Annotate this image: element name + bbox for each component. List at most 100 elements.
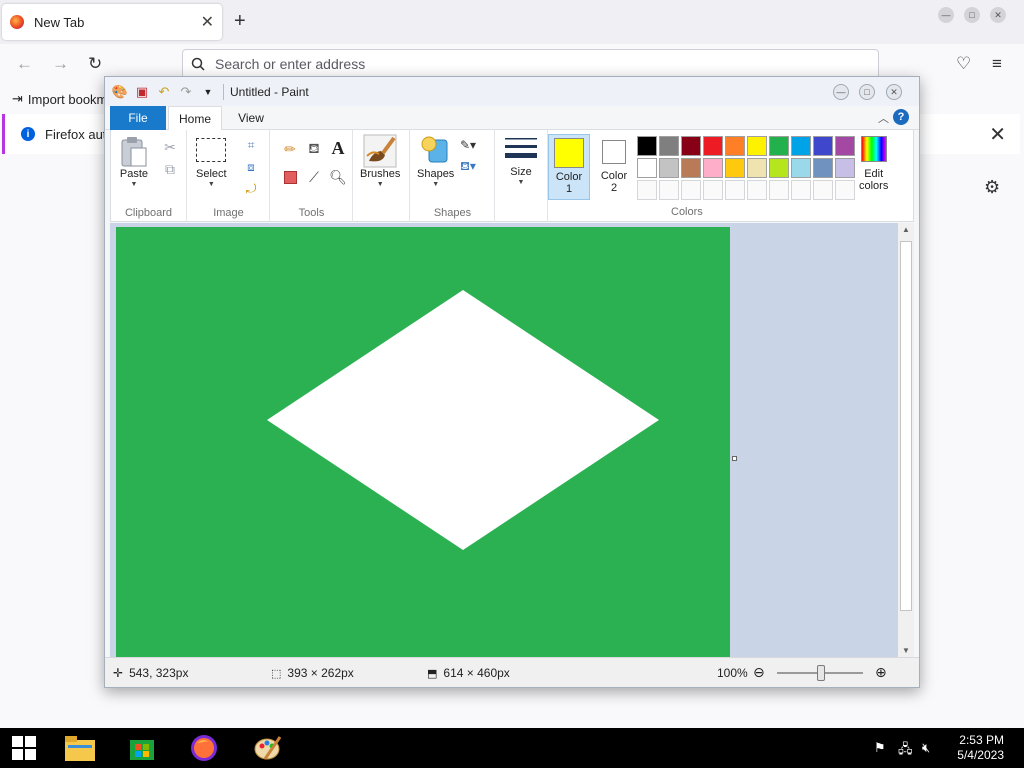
- size-button[interactable]: Size ▼: [504, 136, 538, 186]
- color-picker-icon[interactable]: ⟋: [305, 168, 323, 186]
- browser-maximize-icon[interactable]: □: [964, 7, 980, 23]
- start-windows-icon[interactable]: [8, 732, 40, 764]
- paint-app-icon[interactable]: 🎨: [111, 83, 129, 101]
- cut-icon[interactable]: ✂: [161, 138, 179, 156]
- palette-custom-swatch[interactable]: [813, 180, 833, 200]
- tab-view[interactable]: View: [226, 106, 276, 130]
- paint-maximize-icon[interactable]: □: [859, 84, 875, 100]
- rotate-icon[interactable]: ⤾: [242, 180, 260, 198]
- notice-close-icon[interactable]: ✕: [989, 122, 1006, 147]
- customize-qat-icon[interactable]: ▼: [199, 83, 217, 101]
- firefox-taskbar-icon[interactable]: [188, 732, 220, 764]
- palette-swatch[interactable]: [835, 136, 855, 156]
- color1-button[interactable]: Color 1: [548, 134, 590, 200]
- palette-swatch[interactable]: [637, 158, 657, 178]
- vertical-scrollbar[interactable]: ▲ ▼: [898, 223, 914, 657]
- eraser-icon[interactable]: [281, 168, 299, 186]
- save-icon[interactable]: ▣: [133, 83, 151, 101]
- palette-custom-swatch[interactable]: [725, 180, 745, 200]
- help-icon[interactable]: ?: [893, 109, 909, 125]
- settings-gear-icon[interactable]: ⚙: [984, 177, 1000, 198]
- palette-swatch[interactable]: [791, 158, 811, 178]
- fill-bucket-icon[interactable]: ⛾: [305, 140, 323, 158]
- tab-close-icon[interactable]: ✕: [201, 12, 214, 32]
- tab-title: New Tab: [34, 14, 85, 30]
- palette-custom-swatch[interactable]: [747, 180, 767, 200]
- pocket-icon[interactable]: ♡: [956, 54, 971, 74]
- palette-swatch[interactable]: [703, 136, 723, 156]
- palette-swatch[interactable]: [725, 158, 745, 178]
- store-icon[interactable]: [126, 732, 158, 764]
- palette-custom-swatch[interactable]: [681, 180, 701, 200]
- scroll-up-icon[interactable]: ▲: [898, 225, 914, 234]
- paste-button[interactable]: Paste ▼: [119, 136, 149, 188]
- url-bar[interactable]: Search or enter address: [182, 49, 879, 79]
- text-tool-icon[interactable]: A: [329, 138, 347, 158]
- paint-minimize-icon[interactable]: —: [833, 84, 849, 100]
- new-tab-button[interactable]: +: [234, 10, 246, 33]
- palette-swatch[interactable]: [681, 158, 701, 178]
- magnifier-icon[interactable]: 🔍︎: [329, 168, 347, 186]
- paint-close-icon[interactable]: ✕: [886, 84, 902, 100]
- zoom-slider-thumb[interactable]: [817, 665, 825, 681]
- copy-icon[interactable]: ⧉: [161, 160, 179, 178]
- firefox-favicon-icon: [10, 15, 24, 29]
- palette-swatch[interactable]: [769, 158, 789, 178]
- palette-swatch[interactable]: [813, 136, 833, 156]
- pencil-icon[interactable]: ✏: [281, 140, 299, 158]
- palette-custom-swatch[interactable]: [637, 180, 657, 200]
- collapse-ribbon-icon[interactable]: ︿: [878, 110, 889, 126]
- forward-arrow-icon[interactable]: →: [52, 54, 69, 74]
- palette-swatch[interactable]: [835, 158, 855, 178]
- palette-swatch[interactable]: [681, 136, 701, 156]
- palette-swatch[interactable]: [813, 158, 833, 178]
- tab-file[interactable]: File: [110, 106, 166, 130]
- paint-taskbar-icon[interactable]: [252, 732, 284, 764]
- palette-custom-swatch[interactable]: [769, 180, 789, 200]
- system-clock[interactable]: 2:53 PM 5/4/2023: [957, 733, 1004, 763]
- fill-icon[interactable]: ⛾▾: [459, 158, 477, 176]
- scroll-thumb[interactable]: [900, 241, 912, 611]
- volume-muted-icon[interactable]: 🔇︎: [922, 740, 930, 756]
- redo-icon[interactable]: ↷: [177, 83, 195, 101]
- undo-icon[interactable]: ↶: [155, 83, 173, 101]
- palette-swatch[interactable]: [747, 136, 767, 156]
- zoom-in-icon[interactable]: ⊕: [875, 664, 887, 681]
- palette-swatch[interactable]: [659, 158, 679, 178]
- palette-swatch[interactable]: [791, 136, 811, 156]
- scroll-down-icon[interactable]: ▼: [898, 646, 914, 655]
- edit-colors-button[interactable]: Edit colors: [859, 136, 888, 192]
- outline-icon[interactable]: ✎▾: [459, 136, 477, 154]
- crop-icon[interactable]: ⌗: [242, 136, 260, 154]
- palette-custom-swatch[interactable]: [703, 180, 723, 200]
- menu-icon[interactable]: ≡: [992, 54, 1002, 74]
- browser-minimize-icon[interactable]: —: [938, 7, 954, 23]
- clock-date: 5/4/2023: [957, 748, 1004, 762]
- color2-button[interactable]: Color 2: [597, 134, 631, 200]
- brushes-button[interactable]: Brushes ▼: [360, 134, 400, 188]
- palette-custom-swatch[interactable]: [791, 180, 811, 200]
- network-icon[interactable]: 🖧︎: [898, 740, 913, 762]
- palette-swatch[interactable]: [659, 136, 679, 156]
- browser-tab-new-tab[interactable]: New Tab ✕: [2, 4, 222, 40]
- palette-swatch[interactable]: [769, 136, 789, 156]
- zoom-out-icon[interactable]: ⊖: [753, 664, 765, 681]
- select-button[interactable]: Select ▼: [196, 138, 227, 188]
- palette-swatch[interactable]: [725, 136, 745, 156]
- back-arrow-icon[interactable]: ←: [16, 54, 33, 74]
- shapes-button[interactable]: Shapes ▼: [417, 134, 454, 188]
- reload-icon[interactable]: ↻: [88, 54, 102, 74]
- palette-custom-swatch[interactable]: [835, 180, 855, 200]
- import-bookmarks-link[interactable]: ⇥ Import bookm: [12, 91, 107, 107]
- file-explorer-icon[interactable]: [64, 732, 96, 764]
- browser-close-icon[interactable]: ✕: [990, 7, 1006, 23]
- canvas-resize-handle[interactable]: [732, 456, 737, 461]
- action-center-flag-icon[interactable]: ⚑: [874, 740, 886, 756]
- palette-custom-swatch[interactable]: [659, 180, 679, 200]
- drawing-canvas[interactable]: [116, 227, 730, 657]
- palette-swatch[interactable]: [637, 136, 657, 156]
- palette-swatch[interactable]: [703, 158, 723, 178]
- tab-home[interactable]: Home: [168, 106, 222, 131]
- palette-swatch[interactable]: [747, 158, 767, 178]
- resize-icon[interactable]: ⧈: [242, 158, 260, 176]
